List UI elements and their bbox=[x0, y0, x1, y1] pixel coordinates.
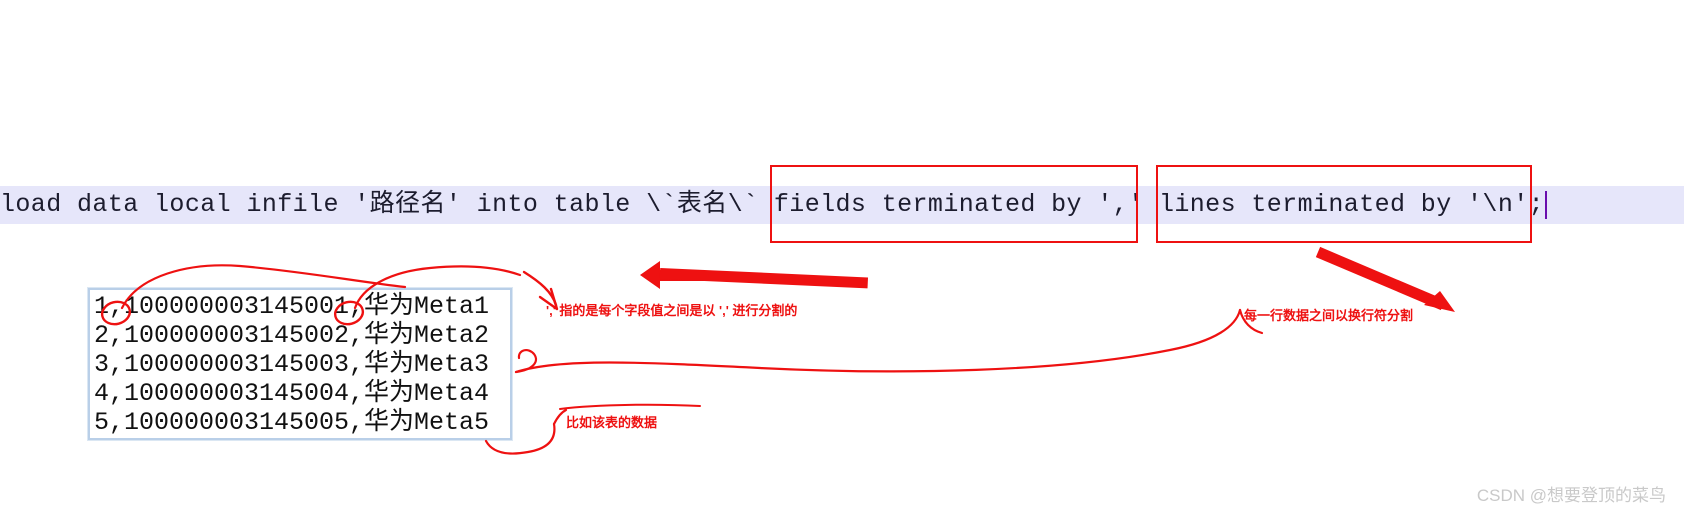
csdn-watermark: CSDN @想要登顶的菜鸟 bbox=[1476, 486, 1666, 505]
fields-clause-box bbox=[770, 165, 1138, 243]
screenshot-canvas: load data local infile '路径名' into table … bbox=[0, 0, 1684, 520]
data-row: 4,100000003145004,华为Meta4 bbox=[94, 379, 490, 408]
data-row: 1,100000003145001,华为Meta1 bbox=[94, 292, 490, 321]
data-row: 2,100000003145002,华为Meta2 bbox=[94, 321, 490, 350]
sample-note-top-line bbox=[559, 403, 701, 410]
data-row: 3,100000003145003,华为Meta3 bbox=[94, 350, 490, 379]
data-block-hook bbox=[514, 348, 538, 374]
sample-annotation-text: 比如该表的数据 bbox=[566, 415, 658, 430]
sample-note-leader bbox=[552, 408, 568, 426]
lines-clause-box bbox=[1156, 165, 1532, 243]
lines-clause-arrow bbox=[1315, 246, 1455, 312]
comma-annotation-text: ',' 指的是每个字段值之间是以 ',' 进行分割的 bbox=[546, 303, 798, 318]
sample-data-block: 1,100000003145001,华为Meta1 2,100000003145… bbox=[88, 288, 512, 440]
data-row: 5,100000003145005,华为Meta5 bbox=[94, 408, 490, 437]
text-cursor bbox=[1545, 191, 1548, 219]
fields-clause-arrow bbox=[640, 261, 869, 289]
newline-leader-line bbox=[514, 308, 1242, 374]
annotation-overlay bbox=[100, 246, 1455, 455]
newline-annotation-text: 每一行数据之间以换行符分割 bbox=[1244, 308, 1414, 323]
